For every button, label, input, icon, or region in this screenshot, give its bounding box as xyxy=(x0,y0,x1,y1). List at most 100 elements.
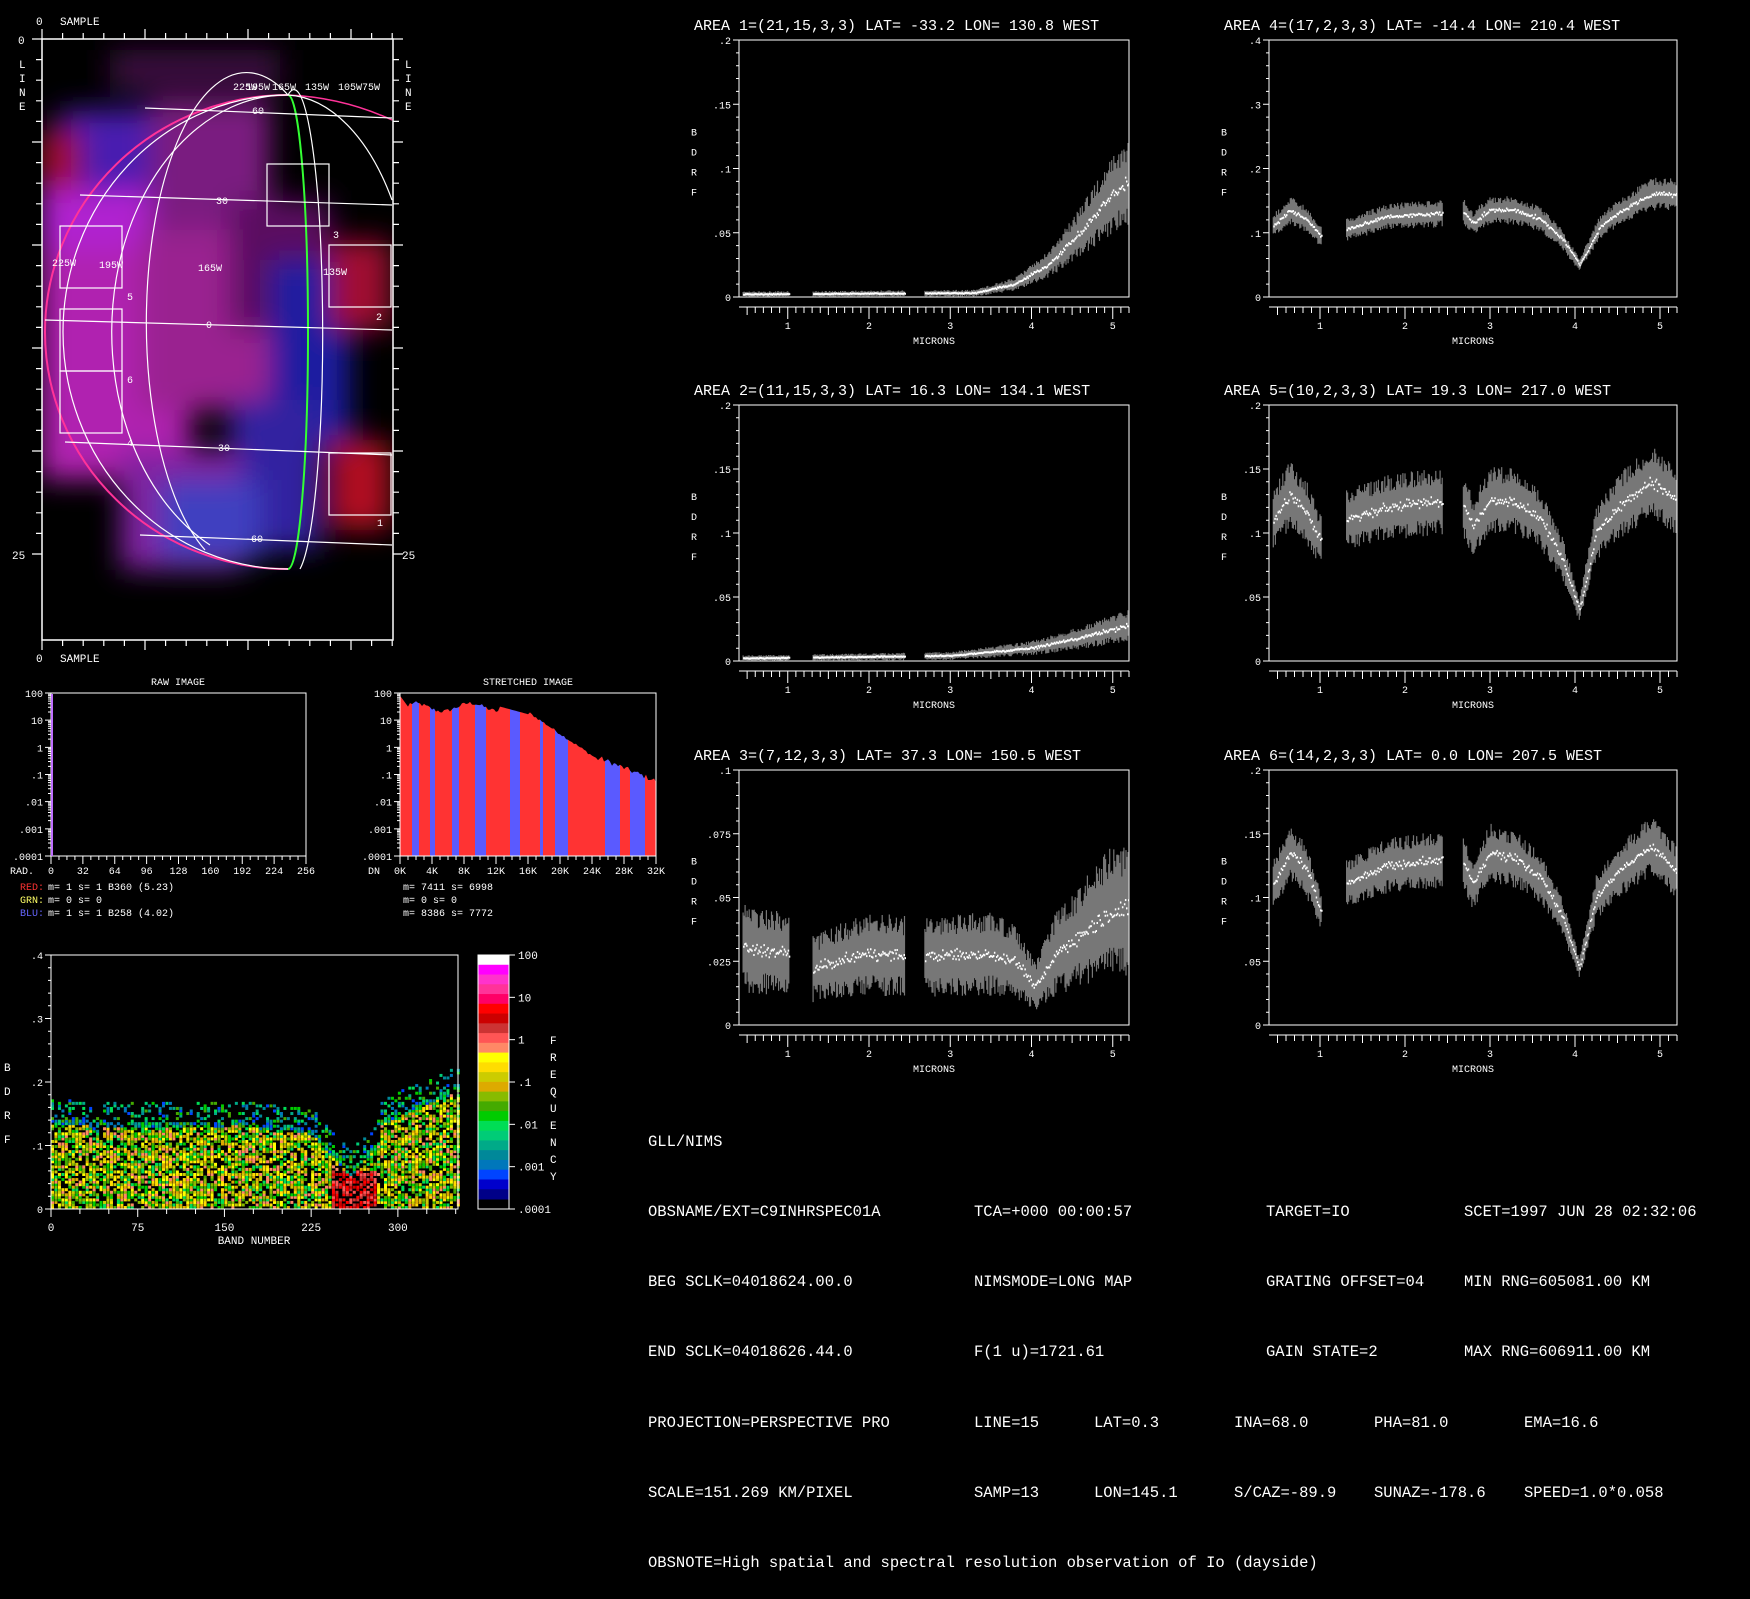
density-cell xyxy=(210,1170,214,1174)
density-cell xyxy=(220,1150,224,1154)
spectrum-spread-series xyxy=(742,847,1129,1010)
density-cell xyxy=(144,1145,148,1149)
density-cell xyxy=(345,1155,349,1159)
false-color-image[interactable]: 225W 195W 165W 135W 105W 75W 225W 195W 1… xyxy=(40,39,393,640)
colorbar-swatch xyxy=(478,1179,509,1190)
density-cell xyxy=(321,1129,325,1133)
density-cell xyxy=(231,1185,235,1189)
stat-value: m= 0 s= 0 xyxy=(48,896,102,907)
density-cell xyxy=(283,1198,287,1202)
density-cell xyxy=(116,1106,120,1110)
density-cell xyxy=(321,1142,325,1146)
density-cell xyxy=(238,1150,242,1154)
density-cell xyxy=(109,1150,113,1154)
raw-hist-y-tick-label: .0001 xyxy=(13,853,43,864)
raw-hist-x-label: RAD. xyxy=(10,867,34,878)
density-cell xyxy=(92,1162,96,1166)
spectrum-frame xyxy=(738,404,1130,662)
density-cell xyxy=(293,1142,297,1146)
density-cell xyxy=(318,1188,322,1192)
density-cell xyxy=(453,1195,457,1199)
density-cell xyxy=(148,1129,152,1133)
density-cell xyxy=(148,1122,152,1126)
spectrum-plot-area-6: AREA 6=(14,2,3,3) LAT= 0.0 LON= 207.5 WE… xyxy=(1219,748,1678,1076)
density-cell xyxy=(449,1137,453,1141)
density-cell xyxy=(99,1200,103,1204)
density-cell xyxy=(245,1127,249,1131)
density-cell xyxy=(384,1109,387,1113)
density-cell xyxy=(349,1150,353,1154)
spectrum-y-tick-label: .2 xyxy=(1249,166,1261,177)
density-cell xyxy=(342,1162,346,1166)
density-cell xyxy=(85,1114,89,1118)
density-cell xyxy=(238,1119,242,1123)
histogram-bar xyxy=(435,693,452,856)
density-cell xyxy=(155,1132,159,1136)
density-cell xyxy=(82,1101,86,1105)
density-cell xyxy=(453,1109,457,1113)
density-cell xyxy=(384,1117,387,1121)
density-cell xyxy=(64,1193,68,1197)
density-cell xyxy=(314,1129,318,1133)
density-x-tick-label: 225 xyxy=(301,1223,321,1235)
density-cell xyxy=(189,1195,193,1199)
density-cell xyxy=(172,1157,176,1161)
density-cell xyxy=(425,1142,429,1146)
density-cell xyxy=(179,1106,183,1110)
stretched-hist-title: STRETCHED IMAGE xyxy=(483,678,573,689)
density-cell xyxy=(345,1165,349,1169)
spectrum-x-tick-label: 3 xyxy=(1487,1050,1493,1061)
density-cell xyxy=(321,1203,325,1207)
density-cell xyxy=(342,1142,346,1146)
density-cell xyxy=(356,1185,360,1189)
density-cell xyxy=(363,1155,367,1159)
density-cell xyxy=(207,1160,211,1164)
density-cell xyxy=(311,1200,315,1204)
density-cell xyxy=(293,1106,297,1110)
colorbar-swatch xyxy=(478,1052,509,1063)
density-y-tick-label: 0 xyxy=(37,1206,43,1217)
density-cell xyxy=(172,1122,176,1126)
lon-label: 135W xyxy=(323,268,347,279)
spectrum-spread-series xyxy=(1272,177,1677,270)
density-cell xyxy=(141,1122,145,1126)
svg-text:I: I xyxy=(19,74,26,86)
density-cell xyxy=(321,1198,325,1202)
density-cell xyxy=(186,1127,190,1131)
density-cell xyxy=(283,1157,287,1161)
density-cell xyxy=(96,1165,100,1169)
density-cell xyxy=(217,1198,221,1202)
density-cell xyxy=(148,1190,152,1194)
density-cell xyxy=(227,1112,231,1116)
density-cell xyxy=(321,1170,325,1174)
spectrum-ticks xyxy=(733,39,1130,319)
density-cell xyxy=(290,1132,294,1136)
density-cell xyxy=(116,1175,120,1179)
density-cell xyxy=(148,1147,152,1151)
density-cell xyxy=(442,1091,446,1095)
density-cell xyxy=(103,1200,107,1204)
density-cell xyxy=(182,1147,186,1151)
density-cell xyxy=(148,1180,152,1184)
spectrum-plot-area-2: AREA 2=(11,15,3,3) LAT= 16.3 LON= 134.1 … xyxy=(689,383,1130,712)
density-cell xyxy=(439,1165,443,1169)
density-cell xyxy=(210,1137,214,1141)
density-cell xyxy=(449,1068,453,1072)
density-cell xyxy=(61,1188,65,1192)
density-cell xyxy=(71,1117,75,1121)
density-cell xyxy=(64,1180,68,1184)
spectrum-x-tick-label: 3 xyxy=(1487,686,1493,697)
density-cell xyxy=(442,1193,446,1197)
lat-label: 60 xyxy=(252,107,264,118)
spectrum-x-label: MICRONS xyxy=(913,1065,955,1076)
density-cell xyxy=(151,1188,155,1192)
density-cell xyxy=(130,1152,134,1156)
density-cell xyxy=(387,1129,391,1133)
spectrum-x-tick-label: 5 xyxy=(1657,322,1663,333)
density-cell xyxy=(352,1155,356,1159)
density-cell xyxy=(453,1155,457,1159)
spectrum-ticks xyxy=(733,769,1130,1047)
density-cell xyxy=(422,1160,426,1164)
density-cell xyxy=(331,1165,335,1169)
density-cell xyxy=(429,1079,433,1082)
